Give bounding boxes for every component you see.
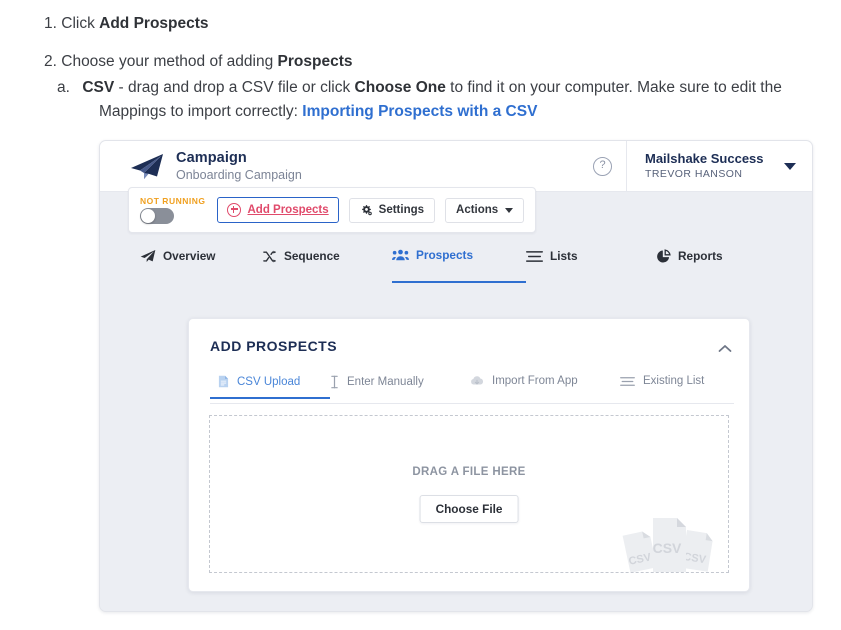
campaign-toolbar: NOT RUNNING Add Prospects Settings Actio…: [128, 187, 537, 233]
actions-label: Actions: [456, 204, 499, 216]
campaign-title: Campaign: [176, 150, 247, 167]
panel-tab-enter-manually-label: Enter Manually: [347, 376, 424, 388]
tab-prospects[interactable]: Prospects: [392, 239, 526, 283]
tab-overview[interactable]: Overview: [140, 239, 262, 283]
list-item-1-text: Click: [61, 15, 100, 32]
help-circle-icon[interactable]: ?: [579, 141, 626, 191]
list-lines-icon: [620, 376, 635, 387]
caret-down-icon: [505, 207, 514, 213]
account-texts: Mailshake Success TREVOR HANSON: [645, 151, 764, 180]
paper-plane-icon: [127, 151, 167, 181]
account-menu[interactable]: Mailshake Success TREVOR HANSON: [626, 141, 812, 191]
list-item-2a: a. CSV - drag and drop a CSV file or cli…: [57, 79, 782, 121]
header-right: ? Mailshake Success TREVOR HANSON: [579, 141, 812, 191]
pie-chart-icon: [656, 248, 671, 264]
tab-sequence[interactable]: Sequence: [262, 239, 392, 283]
chevron-up-icon[interactable]: [718, 340, 732, 358]
add-prospects-panel: ADD PROSPECTS CSV Upload Enter Manually …: [188, 318, 750, 592]
campaign-titles: Campaign Onboarding Campaign: [176, 150, 302, 181]
account-name: Mailshake Success: [645, 151, 764, 166]
cloud-download-icon: [470, 375, 484, 387]
tab-reports[interactable]: Reports: [656, 239, 723, 283]
dropzone-hint: DRAG A FILE HERE: [412, 466, 526, 478]
status-badge: NOT RUNNING: [140, 196, 206, 206]
toggle-knob: [141, 209, 155, 223]
panel-tab-enter-manually[interactable]: Enter Manually: [330, 375, 470, 398]
list-item-2-text: Choose your method of adding: [61, 53, 278, 70]
list-item-2a-text-1: - drag and drop a CSV file or click: [114, 79, 355, 96]
toggle-track[interactable]: [140, 208, 174, 224]
campaign-subtitle: Onboarding Campaign: [176, 167, 302, 182]
list-item-2a-bold-csv: CSV: [82, 79, 115, 96]
tab-sequence-label: Sequence: [284, 249, 340, 263]
list-item-2-marker: 2.: [44, 53, 57, 70]
settings-button[interactable]: Settings: [348, 197, 436, 223]
panel-tabs-divider: [210, 403, 734, 404]
list-item-2: 2. Choose your method of adding Prospect…: [44, 50, 352, 74]
panel-tab-csv-upload[interactable]: CSV Upload: [210, 375, 330, 399]
tab-lists[interactable]: Lists: [526, 239, 656, 283]
svg-text:CSV: CSV: [653, 540, 682, 556]
panel-title: ADD PROSPECTS: [210, 338, 338, 354]
campaign-brand: Campaign Onboarding Campaign: [100, 150, 302, 182]
add-prospects-label: Add Prospects: [247, 204, 329, 216]
list-item-2-bold: Prospects: [277, 53, 353, 70]
campaign-nav-tabs: Overview Sequence Prospects Lists Report…: [100, 238, 812, 284]
text-cursor-icon: [330, 375, 339, 389]
plus-circle-icon: [227, 203, 242, 217]
list-item-1: 1. Click Add Prospects: [44, 12, 209, 36]
shuffle-icon: [262, 249, 277, 264]
gear-icon: [360, 204, 373, 217]
actions-button[interactable]: Actions: [445, 197, 525, 223]
list-item-2a-bold-choose-one: Choose One: [354, 79, 446, 96]
panel-tab-import-from-app-label: Import From App: [492, 375, 578, 387]
settings-label: Settings: [378, 204, 425, 216]
tab-overview-label: Overview: [163, 249, 216, 263]
list-item-1-bold: Add Prospects: [99, 15, 209, 32]
panel-tab-existing-list-label: Existing List: [643, 375, 705, 387]
app-header: Campaign Onboarding Campaign ? Mailshake…: [100, 141, 812, 192]
help-glyph: ?: [593, 156, 612, 176]
campaign-status-toggle[interactable]: NOT RUNNING: [140, 196, 205, 224]
caret-down-icon: [784, 162, 796, 170]
people-icon: [392, 248, 409, 262]
paper-plane-icon: [140, 249, 156, 263]
tab-lists-label: Lists: [550, 249, 578, 263]
importing-prospects-csv-link[interactable]: Importing Prospects with a CSV: [302, 103, 537, 120]
file-document-icon: [218, 375, 229, 388]
list-lines-icon: [526, 250, 543, 263]
account-user: TREVOR HANSON: [645, 167, 743, 180]
choose-file-label: Choose File: [435, 502, 503, 516]
tab-prospects-label: Prospects: [416, 248, 474, 262]
toolbar-strip: NOT RUNNING Add Prospects Settings Actio…: [100, 187, 812, 238]
panel-tab-existing-list[interactable]: Existing List: [620, 375, 704, 396]
csv-files-icon: CSV CSV CSV: [614, 506, 722, 572]
screenshot-root: 1. Click Add Prospects 2. Choose your me…: [0, 0, 841, 630]
panel-tab-import-from-app[interactable]: Import From App: [470, 375, 620, 396]
choose-file-button[interactable]: Choose File: [419, 495, 519, 523]
panel-tab-csv-upload-label: CSV Upload: [237, 375, 301, 388]
tab-reports-label: Reports: [678, 249, 723, 263]
list-item-1-marker: 1.: [44, 15, 57, 32]
add-prospects-tabs: CSV Upload Enter Manually Import From Ap…: [210, 375, 734, 405]
app-screenshot-card: Campaign Onboarding Campaign ? Mailshake…: [99, 140, 813, 612]
add-prospects-button[interactable]: Add Prospects: [217, 197, 339, 223]
csv-dropzone[interactable]: DRAG A FILE HERE Choose File CSV CSV CSV: [209, 415, 729, 573]
